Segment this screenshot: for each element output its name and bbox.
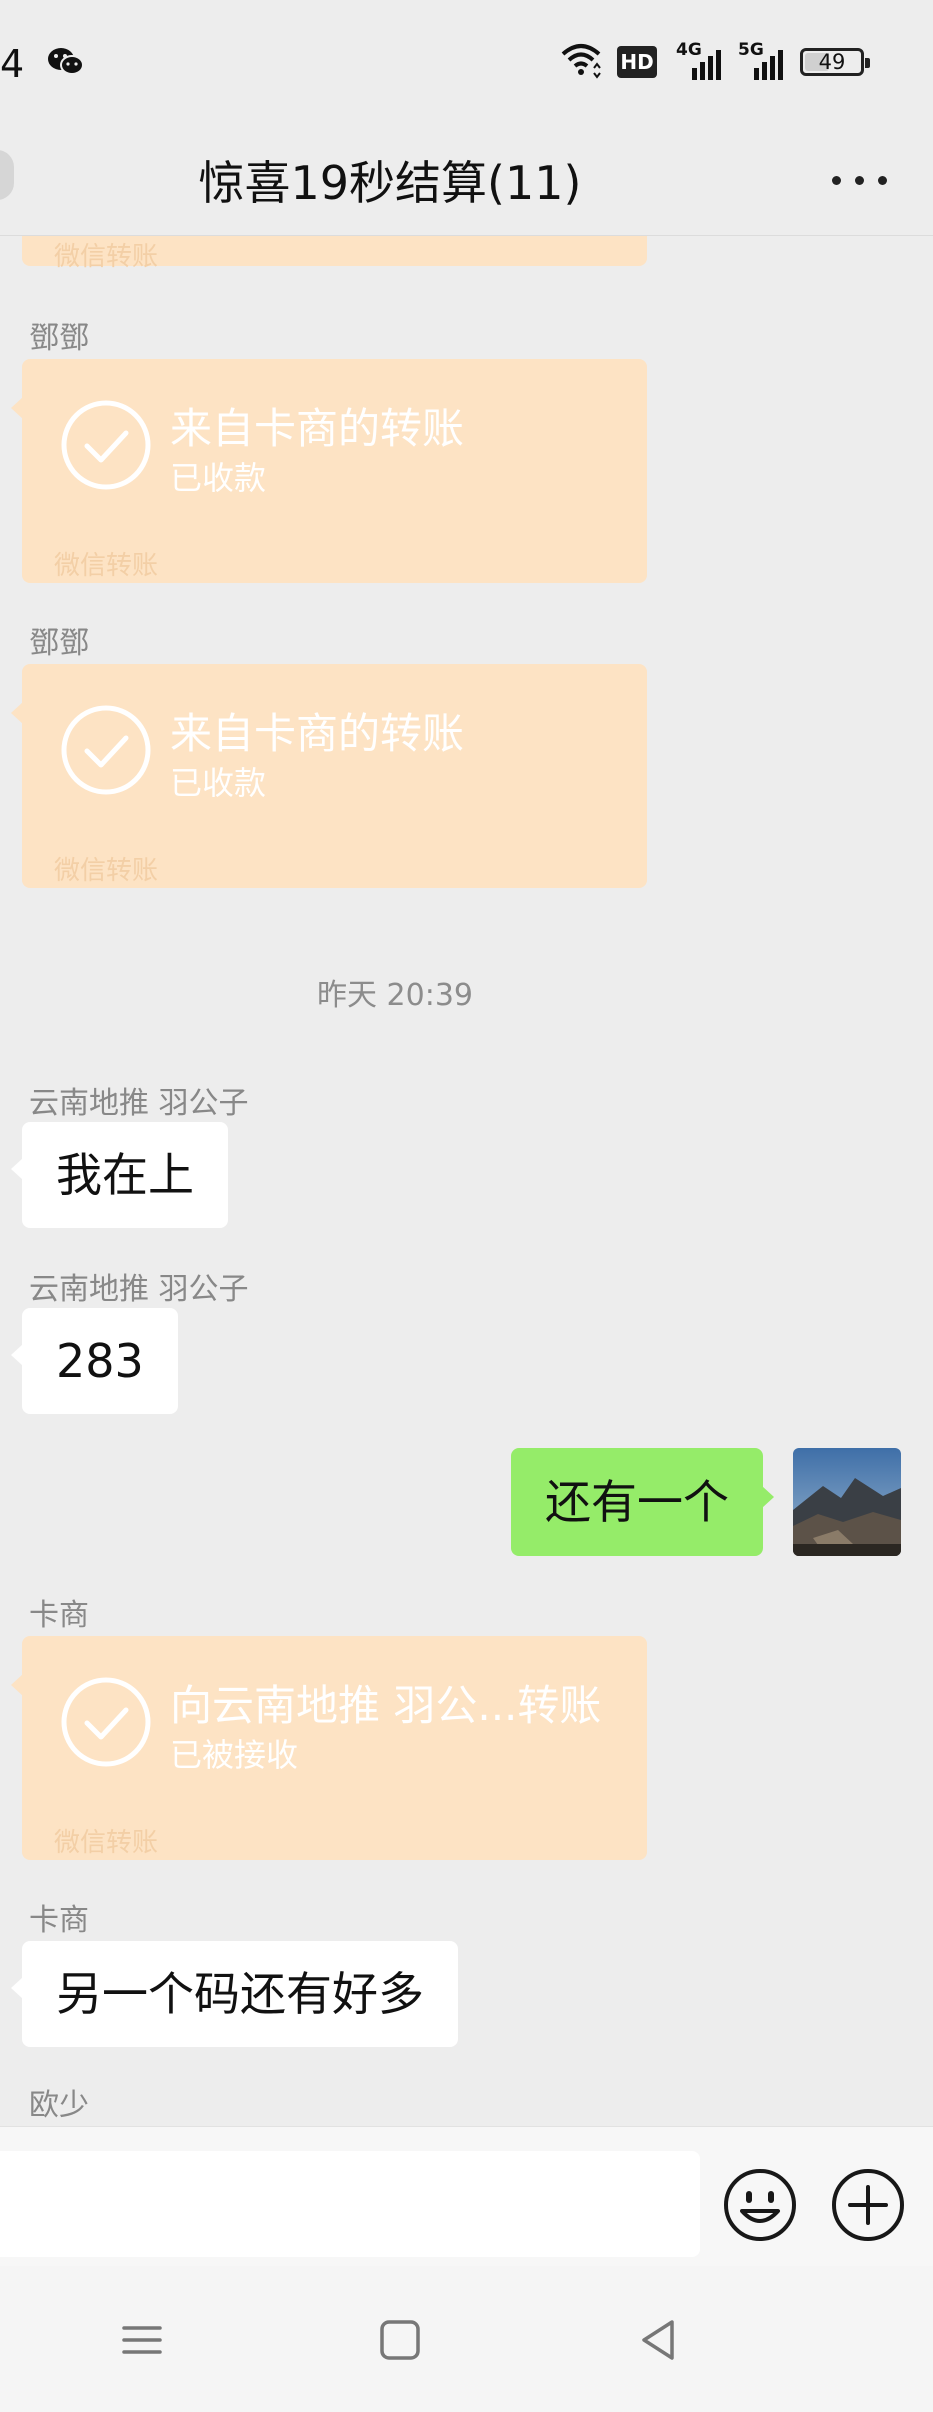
sender-name: 鄧鄧 — [29, 321, 89, 356]
chat-header: 惊喜19秒结算(11) — [0, 125, 933, 236]
transfer-footer: 微信转账 — [54, 551, 159, 581]
transfer-card-partial[interactable]: 微信转账 — [22, 236, 647, 272]
check-circle-icon — [61, 400, 151, 490]
message-timestamp: 昨天 20:39 — [317, 978, 473, 1013]
more-dot — [832, 176, 841, 185]
signal-4g-icon: 4G — [676, 40, 726, 80]
menu-icon[interactable] — [112, 2310, 172, 2370]
transfer-title: 来自卡商的转账 — [170, 404, 465, 453]
bubble-tail — [11, 1158, 23, 1180]
bubble-tail — [11, 1977, 23, 1999]
message-bubble[interactable]: 另一个码还有好多 — [11, 1941, 458, 2047]
transfer-footer: 微信转账 — [54, 1828, 159, 1858]
plus-icon[interactable] — [830, 2167, 906, 2243]
transfer-card[interactable]: 向云南地推 羽公...转账 已被接收 微信转账 — [11, 1636, 647, 1860]
more-dot — [878, 176, 887, 185]
input-bar — [0, 2126, 933, 2267]
emoji-icon[interactable] — [722, 2167, 798, 2243]
status-time: 4 — [0, 42, 25, 86]
check-circle-icon — [61, 1677, 151, 1767]
message-bubble[interactable]: 我在上 — [11, 1122, 228, 1228]
chat-title: 惊喜19秒结算(11) — [198, 156, 582, 210]
sender-name: 鄧鄧 — [29, 626, 89, 661]
bubble-tail — [11, 1344, 23, 1366]
message-text: 另一个码还有好多 — [56, 1967, 424, 2021]
my-message-bubble[interactable]: 还有一个 — [511, 1448, 774, 1556]
bubble-tail — [11, 1674, 23, 1696]
transfer-status: 已被接收 — [170, 1736, 299, 1774]
hd-icon: HD — [617, 46, 657, 78]
check-circle-icon — [61, 705, 151, 795]
battery-icon: 49 — [800, 48, 870, 76]
transfer-title: 来自卡商的转账 — [170, 709, 465, 758]
transfer-status: 已收款 — [170, 764, 267, 802]
bubble-tail — [11, 397, 23, 419]
transfer-footer: 微信转账 — [54, 242, 159, 272]
transfer-title: 向云南地推 羽公...转账 — [170, 1681, 602, 1730]
wifi-icon — [561, 44, 601, 79]
sender-name: 卡商 — [29, 1598, 89, 1633]
sender-name: 欧少 — [29, 2088, 89, 2123]
more-options-button[interactable] — [830, 160, 890, 200]
sender-name: 卡商 — [29, 1903, 89, 1938]
back-icon[interactable] — [628, 2310, 688, 2370]
message-text: 还有一个 — [545, 1475, 729, 1529]
signal-5g-icon: 5G — [738, 40, 788, 80]
sender-name: 云南地推 羽公子 — [29, 1272, 249, 1307]
system-navigation-bar — [0, 2266, 933, 2412]
transfer-card[interactable]: 来自卡商的转账 已收款 微信转账 — [11, 359, 647, 583]
transfer-status: 已收款 — [170, 459, 267, 497]
status-bar: 4 HD 4G 5G 49 — [0, 0, 933, 125]
battery-nub — [865, 58, 870, 68]
wechat-icon — [48, 48, 84, 75]
message-text: 283 — [56, 1334, 144, 1388]
bubble-tail — [11, 702, 23, 724]
message-list[interactable]: 微信转账 鄧鄧 来自卡商的转账 已收款 微信转账 鄧鄧 来自卡商的转账 已收款 … — [0, 236, 933, 2126]
message-bubble[interactable]: 283 — [11, 1308, 178, 1414]
message-input[interactable] — [0, 2151, 700, 2257]
bubble-tail — [762, 1486, 774, 1508]
sender-name: 云南地推 羽公子 — [29, 1086, 249, 1121]
battery-text: 49 — [818, 50, 846, 74]
more-dot — [855, 176, 864, 185]
transfer-footer: 微信转账 — [54, 856, 159, 886]
message-text: 我在上 — [56, 1148, 194, 1202]
home-icon[interactable] — [370, 2310, 430, 2370]
my-avatar[interactable] — [793, 1448, 901, 1556]
transfer-card[interactable]: 来自卡商的转账 已收款 微信转账 — [11, 664, 647, 888]
